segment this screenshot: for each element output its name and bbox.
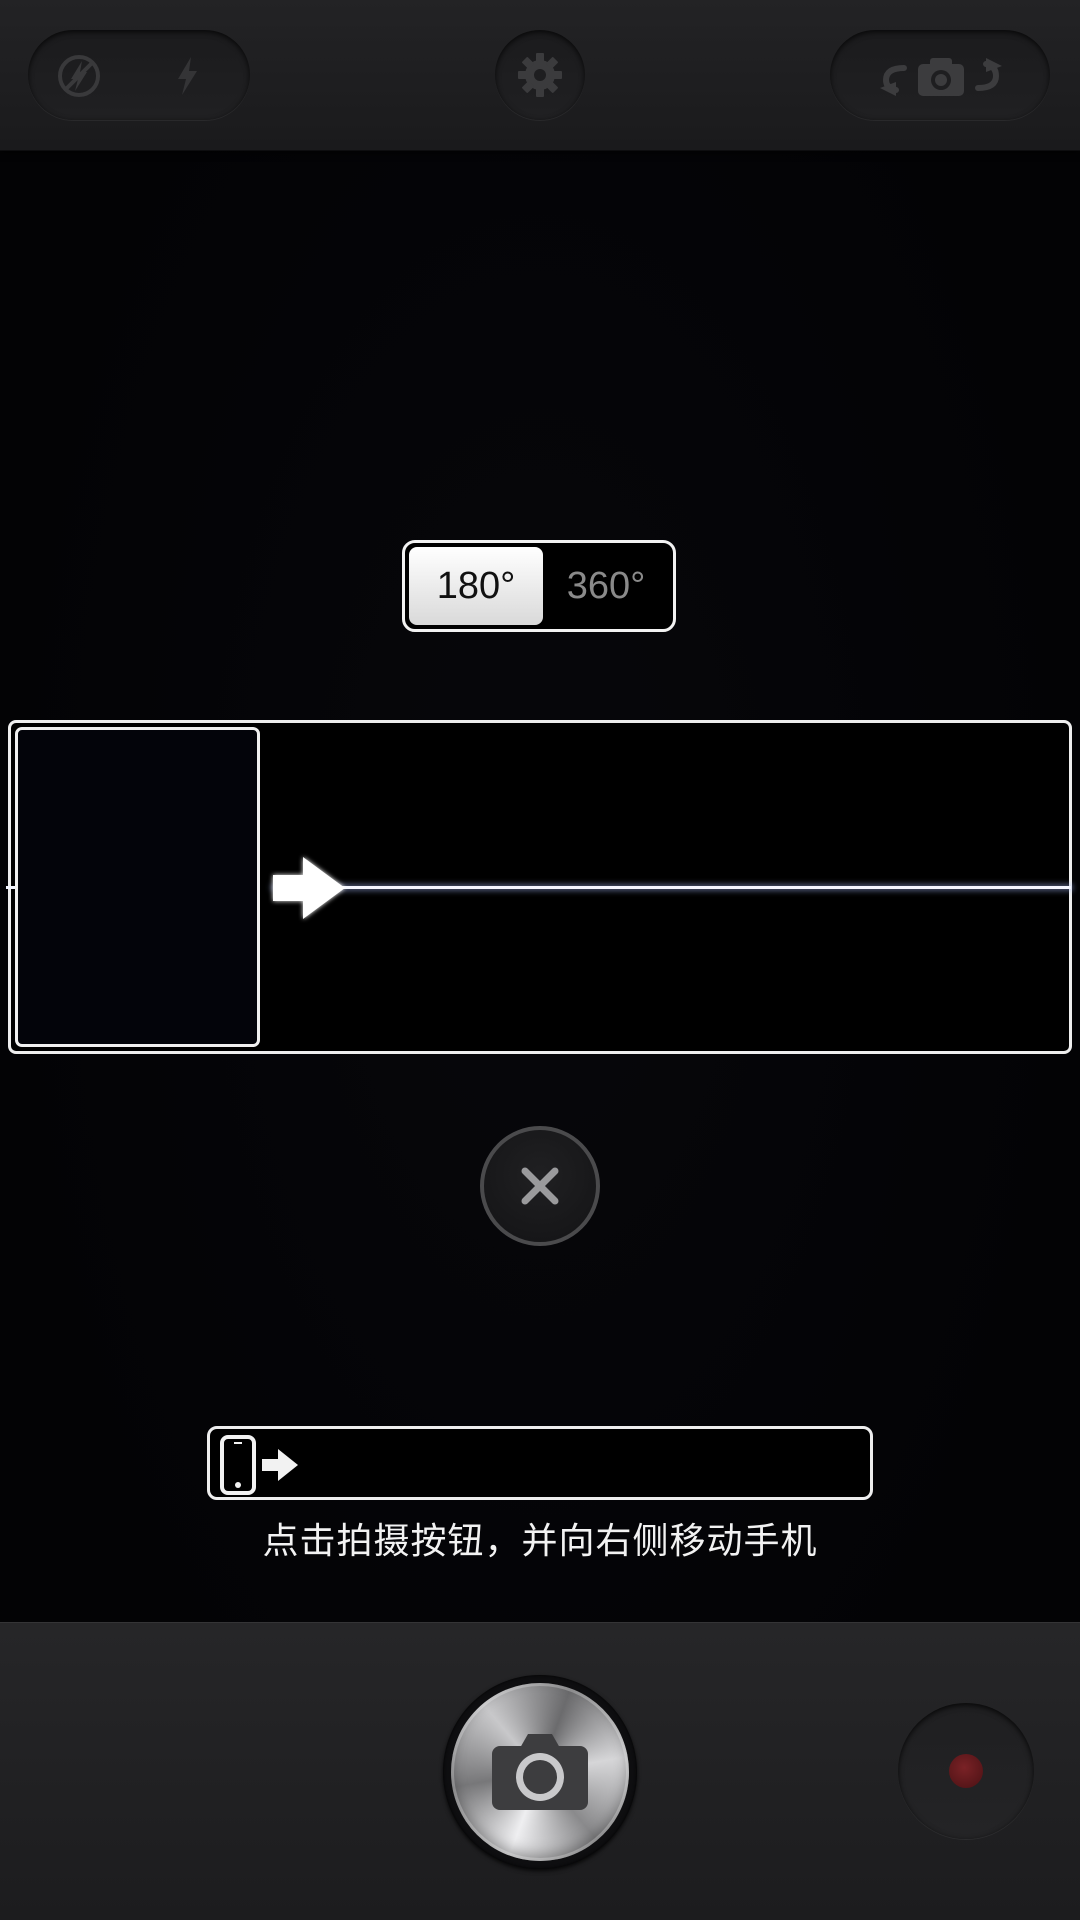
panorama-strip: [6, 720, 1072, 1054]
close-icon: [521, 1167, 559, 1205]
mode-360-option[interactable]: 360°: [539, 547, 673, 625]
panorama-camera-screen: 180° 360° 点击拍摄按钮，并向右侧移动手机: [0, 0, 1080, 1920]
camera-icon: [492, 1734, 588, 1810]
guide-line-start: [6, 886, 15, 889]
settings-button[interactable]: [495, 30, 585, 120]
video-record-button[interactable]: [898, 1703, 1034, 1839]
bottom-toolbar: [0, 1622, 1080, 1920]
flash-off-icon[interactable]: [56, 53, 102, 103]
hint-text: 点击拍摄按钮，并向右侧移动手机: [262, 1521, 818, 1562]
record-icon: [949, 1754, 983, 1788]
direction-arrow-icon: [261, 851, 357, 929]
guide-line: [273, 886, 1071, 889]
switch-camera-icon: [876, 52, 1006, 104]
top-toolbar: [0, 0, 1080, 151]
cancel-button[interactable]: [480, 1126, 600, 1246]
shutter-face: [451, 1683, 629, 1861]
flash-icon[interactable]: [172, 55, 202, 101]
flash-mode-toggle[interactable]: [28, 30, 250, 120]
mode-180-option[interactable]: 180°: [409, 547, 543, 625]
switch-camera-button[interactable]: [830, 30, 1050, 120]
phone-move-right-icon: [220, 1435, 298, 1495]
gear-icon: [516, 51, 564, 103]
move-phone-hint: [207, 1426, 873, 1500]
shutter-button[interactable]: [443, 1675, 637, 1869]
panorama-preview-frame: [15, 727, 260, 1047]
panorama-mode-toggle: 180° 360°: [402, 540, 676, 632]
